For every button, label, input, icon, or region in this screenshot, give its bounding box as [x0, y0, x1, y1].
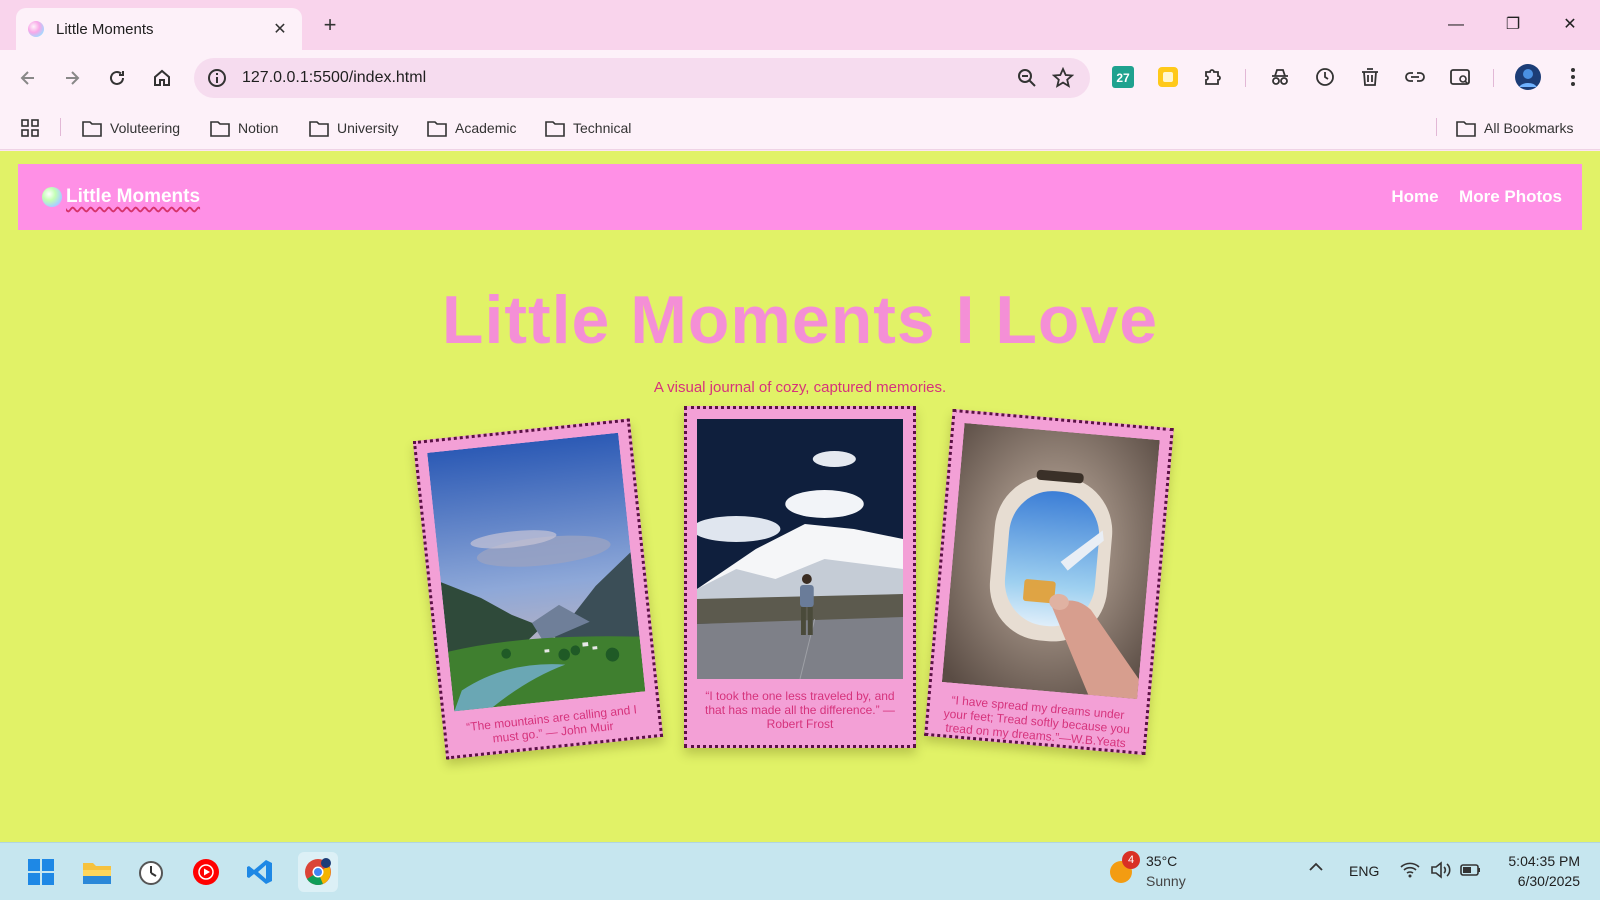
volume-icon[interactable] [1430, 861, 1452, 882]
photo-airplane-window [941, 423, 1160, 700]
photo-card-road: “I took the one less traveled by, and th… [684, 406, 916, 748]
tab-favicon-icon [28, 21, 44, 37]
bookmark-folder-university[interactable]: University [309, 116, 398, 140]
tab-strip: Little Moments ✕ + — ❐ ✕ [0, 0, 1600, 50]
weather-badge: 4 [1122, 851, 1140, 869]
tab-title: Little Moments [56, 20, 154, 38]
url-text[interactable]: 127.0.0.1:5500/index.html [242, 69, 1016, 87]
tray-chevron-up-icon[interactable] [1308, 859, 1324, 880]
bookmark-folder-notion[interactable]: Notion [210, 116, 278, 140]
clock-date[interactable]: 6/30/2025 [1500, 873, 1580, 889]
folder-icon [427, 121, 447, 137]
bookmark-folder-technical[interactable]: Technical [545, 116, 631, 140]
tab-search-icon[interactable] [1447, 64, 1473, 90]
nav-more-photos-link[interactable]: More Photos [1459, 187, 1562, 206]
youtube-music-icon[interactable] [189, 855, 223, 889]
page-subtitle: A visual journal of cozy, captured memor… [653, 379, 947, 396]
bookmarks-separator [1436, 118, 1437, 136]
folder-icon [82, 121, 102, 137]
extensions-puzzle-icon[interactable] [1200, 64, 1226, 90]
minimize-button[interactable]: — [1436, 10, 1476, 40]
file-explorer-icon[interactable] [80, 855, 114, 889]
bookmark-label: University [337, 120, 399, 136]
folder-icon [309, 121, 329, 137]
weather-temp[interactable]: 35°C [1146, 853, 1177, 869]
back-icon[interactable] [14, 64, 42, 92]
photo-card-mountains: “The mountains are calling and I must go… [412, 418, 664, 760]
language-indicator[interactable]: ENG [1349, 863, 1379, 879]
taskbar: 4 35°C Sunny ENG 5:04:35 PM 6/30/2025 [0, 842, 1600, 900]
link-icon[interactable] [1402, 64, 1428, 90]
nav-home-link[interactable]: Home [1391, 187, 1438, 206]
menu-dots-icon[interactable] [1560, 64, 1586, 90]
notes-extension-icon[interactable] [1155, 64, 1181, 90]
folder-icon [545, 121, 565, 137]
tab-close-icon[interactable]: ✕ [270, 19, 290, 39]
all-bookmarks-label: All Bookmarks [1484, 120, 1574, 136]
zoom-icon[interactable] [1016, 67, 1038, 89]
vscode-icon[interactable] [243, 855, 277, 889]
delete-icon[interactable] [1357, 64, 1383, 90]
bookmark-label: Voluteering [110, 120, 181, 136]
address-bar[interactable]: 127.0.0.1:5500/index.html [194, 58, 1090, 98]
site-navbar: Little Moments Home More Photos [18, 164, 1582, 230]
toolbar-separator [1493, 69, 1494, 87]
new-tab-button[interactable]: + [316, 12, 344, 40]
site-brand: Little Moments [42, 186, 200, 208]
brand-logo-icon [42, 187, 62, 207]
photo-mountain-valley [427, 432, 646, 712]
history-icon[interactable] [1312, 64, 1338, 90]
page-title: Little Moments I Love [441, 282, 1159, 358]
forward-icon[interactable] [58, 64, 86, 92]
folder-icon [210, 121, 230, 137]
photo-card-airplane: “I have spread my dreams under your feet… [924, 408, 1174, 756]
all-bookmarks-folder[interactable]: All Bookmarks [1456, 116, 1573, 140]
chrome-taskbar-icon[interactable] [298, 852, 338, 892]
bookmark-label: Technical [573, 120, 632, 136]
browser-tab[interactable]: Little Moments ✕ [16, 8, 302, 50]
bookmarks-bar: Voluteering Notion University Academic T… [0, 106, 1600, 150]
bookmark-star-icon[interactable] [1052, 67, 1074, 89]
page-viewport: Little Moments Home More Photos Little M… [0, 151, 1600, 842]
brand-link[interactable]: Little Moments [66, 186, 200, 208]
battery-icon[interactable] [1460, 862, 1482, 881]
profile-avatar[interactable] [1514, 63, 1542, 91]
bookmark-folder-academic[interactable]: Academic [427, 116, 516, 140]
folder-icon [1456, 121, 1476, 137]
clock-time[interactable]: 5:04:35 PM [1500, 853, 1580, 869]
calendar-extension-icon[interactable]: 27 [1110, 64, 1136, 90]
apps-grid-icon[interactable] [20, 116, 48, 140]
photo-caption: “I took the one less traveled by, and th… [705, 689, 895, 731]
bookmarks-separator [60, 118, 61, 136]
incognito-icon[interactable] [1267, 64, 1293, 90]
svg-text:27: 27 [1116, 71, 1130, 85]
nav-links: Home More Photos [1375, 187, 1562, 207]
toolbar-separator [1245, 69, 1246, 87]
close-window-button[interactable]: ✕ [1550, 10, 1590, 40]
wifi-icon[interactable] [1400, 861, 1420, 882]
home-icon[interactable] [148, 64, 176, 92]
bookmark-label: Academic [455, 120, 517, 136]
windows-start-icon[interactable] [24, 855, 58, 889]
site-info-icon[interactable] [206, 67, 228, 89]
reload-icon[interactable] [103, 64, 131, 92]
clock-app-icon[interactable] [134, 855, 168, 889]
bookmark-label: Notion [238, 120, 279, 136]
bookmark-folder-voluteering[interactable]: Voluteering [82, 116, 180, 140]
weather-desc[interactable]: Sunny [1146, 873, 1186, 889]
restore-button[interactable]: ❐ [1493, 10, 1533, 40]
browser-toolbar: 127.0.0.1:5500/index.html 27 [0, 50, 1600, 106]
photo-snowy-road [697, 419, 903, 679]
